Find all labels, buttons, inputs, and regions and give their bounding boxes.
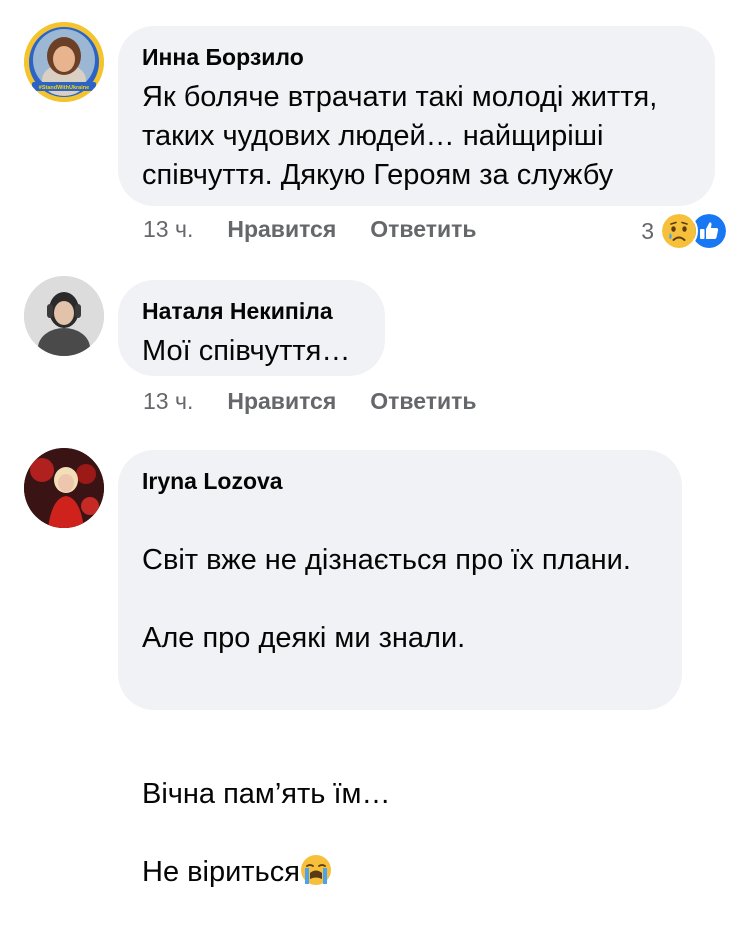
avatar[interactable]: #StandWithUkraine	[24, 22, 104, 102]
reply-button[interactable]: Ответить	[370, 216, 476, 243]
reaction-count: 3	[641, 217, 654, 244]
comment-text-line: Але про деякі ми знали.	[142, 622, 466, 654]
svg-text:#StandWithUkraine: #StandWithUkraine	[39, 85, 89, 91]
comment-text: Мої співчуття…	[142, 335, 351, 367]
avatar-image	[24, 448, 104, 528]
like-button[interactable]: Нравится	[227, 216, 336, 243]
comment-timestamp[interactable]: 13 ч.	[143, 388, 193, 415]
comment-text-last: Не віриться	[142, 856, 300, 888]
avatar-image	[24, 276, 104, 356]
crying-face-icon	[300, 855, 331, 885]
comment-bubble: Инна Борзило Як боляче втрачати такі мол…	[118, 26, 715, 206]
comment-text: Світ вже не дізнається про їх плани. Але…	[142, 502, 658, 931]
comment-actions: 13 ч. Нравится Ответить	[143, 388, 477, 415]
avatar[interactable]	[24, 276, 104, 356]
reactions-summary[interactable]: 3	[641, 212, 728, 250]
comment-text-line: Вічна пам’ять їм…	[142, 778, 391, 810]
comment-text-line	[142, 697, 658, 736]
avatar[interactable]	[24, 448, 104, 528]
like-button[interactable]: Нравится	[227, 388, 336, 415]
comment-bubble: Iryna Lozova Світ вже не дізнається про …	[118, 450, 682, 888]
avatar-image: #StandWithUkraine	[24, 22, 104, 102]
comment-author[interactable]: Инна Борзило	[142, 42, 691, 72]
reply-button[interactable]: Ответить	[370, 388, 476, 415]
comment-text-line: Світ вже не дізнається про їх плани.	[142, 544, 631, 576]
comment-actions: 13 ч. Нравится Ответить	[143, 216, 477, 243]
comment-text-line: Не віриться	[142, 853, 658, 892]
sad-emoji-icon	[660, 212, 698, 250]
comment-author[interactable]: Iryna Lozova	[142, 466, 658, 496]
comment-text: Як боляче втрачати такі молоді життя, та…	[142, 81, 658, 191]
comment-bubble: Наталя Некипіла Мої співчуття…	[118, 280, 385, 376]
comment-author[interactable]: Наталя Некипіла	[142, 296, 361, 326]
comment-timestamp[interactable]: 13 ч.	[143, 216, 193, 243]
